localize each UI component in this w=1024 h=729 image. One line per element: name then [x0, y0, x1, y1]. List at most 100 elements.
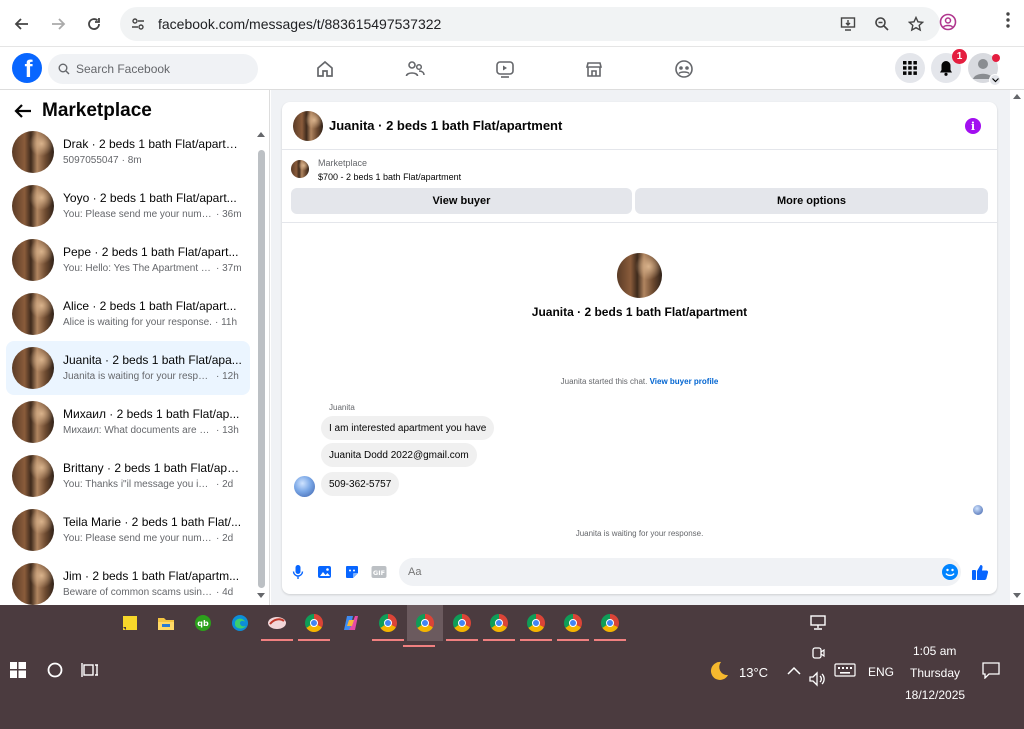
gif-icon[interactable]: GIF: [371, 564, 387, 580]
account-alert-dot: [992, 54, 1000, 62]
conversation-item[interactable]: Teila Marie · 2 beds 1 bath Flat/... You:…: [6, 503, 250, 557]
clock-day[interactable]: Thursday: [910, 666, 960, 680]
chevron-down-icon[interactable]: [989, 74, 1001, 86]
page-scroll-up-icon[interactable]: [1013, 94, 1021, 99]
listing-thumbnail[interactable]: [291, 160, 309, 178]
marketplace-icon[interactable]: [583, 58, 605, 80]
microphone-icon[interactable]: [290, 564, 306, 580]
notification-center-icon[interactable]: [982, 662, 1000, 684]
photo-icon[interactable]: [317, 564, 333, 580]
conversation-snippet: You: Thanks i"il message you in a ...: [63, 479, 213, 490]
search-box[interactable]: Search Facebook: [48, 54, 258, 84]
account-avatar[interactable]: [968, 53, 1001, 86]
started-text: Juanita started this chat.: [560, 377, 648, 386]
friends-icon[interactable]: [404, 58, 426, 80]
chat-title[interactable]: Juanita · 2 beds 1 bath Flat/apartment: [329, 118, 562, 133]
sticker-icon[interactable]: [344, 564, 360, 580]
video-icon[interactable]: [494, 58, 516, 80]
conversation-item[interactable]: Михаил · 2 beds 1 bath Flat/ap... Михаил:…: [6, 395, 250, 449]
edge-browser-icon[interactable]: [228, 611, 252, 635]
site-settings-icon[interactable]: [128, 14, 148, 34]
url-text[interactable]: facebook.com/messages/t/883615497537322: [158, 16, 441, 32]
conversation-item[interactable]: Juanita · 2 beds 1 bath Flat/apa... Juani…: [6, 341, 250, 395]
message-bubble[interactable]: I am interested apartment you have: [321, 416, 495, 440]
conversation-item[interactable]: Yoyo · 2 beds 1 bath Flat/apart... You: P…: [6, 179, 250, 233]
message-input[interactable]: [399, 558, 961, 586]
view-buyer-button[interactable]: View buyer: [291, 188, 632, 214]
back-icon[interactable]: [8, 10, 36, 38]
notifications-bell-icon[interactable]: 1: [931, 49, 967, 83]
chrome-icon[interactable]: [372, 611, 404, 641]
chrome-icon[interactable]: [557, 611, 589, 641]
conversation-name: Pepe · 2 beds 1 bath Flat/apart...: [63, 245, 239, 259]
home-icon[interactable]: [314, 58, 336, 80]
reload-icon[interactable]: [80, 10, 108, 38]
conversation-item[interactable]: Jim · 2 beds 1 bath Flat/apartm... Beware…: [6, 557, 250, 605]
copilot-icon[interactable]: [339, 611, 363, 635]
profile-name: Juanita · 2 beds 1 bath Flat/apartment: [531, 305, 748, 319]
conversation-item[interactable]: Alice · 2 beds 1 bath Flat/apart... Alice…: [6, 287, 250, 341]
windows-start-icon[interactable]: [10, 662, 26, 683]
chat-avatar[interactable]: [293, 110, 323, 141]
profile-avatar[interactable]: [617, 253, 662, 298]
conversation-snippet: Михаил: What documents are ne...: [63, 425, 213, 436]
page-scroll-down-icon[interactable]: [1013, 593, 1021, 598]
conversation-name: Brittany · 2 beds 1 bath Flat/apa...: [63, 461, 243, 475]
meet-now-icon[interactable]: [810, 645, 826, 666]
install-app-icon[interactable]: [838, 14, 858, 34]
chrome-icon[interactable]: [594, 611, 626, 641]
chrome-icon[interactable]: [520, 611, 552, 641]
page-scrollbar[interactable]: [1010, 90, 1024, 605]
menu-kebab-icon[interactable]: [1002, 10, 1014, 30]
search-circle-icon[interactable]: [46, 661, 64, 684]
scroll-down-arrow-icon[interactable]: [257, 593, 265, 598]
sticky-notes-icon[interactable]: [118, 611, 142, 635]
info-icon[interactable]: i: [965, 118, 981, 134]
conversation-text: Brittany · 2 beds 1 bath Flat/apa... You:…: [63, 460, 243, 492]
clock-date[interactable]: 18/12/2025: [905, 688, 965, 702]
chrome-icon[interactable]: [483, 611, 515, 641]
chrome-icon[interactable]: [446, 611, 478, 641]
groups-icon[interactable]: [673, 58, 695, 80]
listing-price[interactable]: $700 - 2 beds 1 bath Flat/apartment: [318, 172, 461, 182]
conversation-item[interactable]: Drak · 2 beds 1 bath Flat/apartment 50970…: [6, 125, 250, 179]
address-bar[interactable]: facebook.com/messages/t/883615497537322: [120, 7, 940, 41]
chrome-icon[interactable]: [298, 611, 330, 641]
message-bubble[interactable]: Juanita Dodd 2022@gmail.com: [321, 443, 477, 467]
language-indicator[interactable]: ENG: [868, 665, 894, 679]
conversation-item[interactable]: Pepe · 2 beds 1 bath Flat/apart... You: H…: [6, 233, 250, 287]
seen-indicator-avatar: [973, 505, 983, 515]
app-feather-icon[interactable]: [261, 611, 293, 641]
quickbooks-icon[interactable]: qb: [191, 611, 215, 635]
more-options-button[interactable]: More options: [635, 188, 988, 214]
conversation-item[interactable]: Brittany · 2 beds 1 bath Flat/apa... You:…: [6, 449, 250, 503]
message-bubble[interactable]: 509-362-5757: [321, 472, 400, 496]
back-arrow-icon[interactable]: [14, 103, 32, 119]
tray-chevron-up-icon[interactable]: [787, 663, 801, 681]
scroll-up-arrow-icon[interactable]: [257, 132, 265, 137]
bookmark-star-icon[interactable]: [906, 14, 926, 34]
forward-icon[interactable]: [44, 10, 72, 38]
emoji-icon[interactable]: [942, 564, 958, 580]
facebook-logo[interactable]: f: [12, 53, 42, 83]
volume-icon[interactable]: [808, 671, 826, 692]
menu-grid-icon[interactable]: [895, 53, 925, 83]
scrollbar-thumb[interactable]: [258, 150, 265, 588]
sender-avatar[interactable]: [294, 476, 315, 497]
search-icon: [58, 63, 70, 75]
weather-moon-icon[interactable]: [706, 659, 730, 688]
clock-time[interactable]: 1:05 am: [913, 644, 956, 658]
weather-temperature[interactable]: 13°C: [739, 665, 768, 680]
like-thumb-icon[interactable]: [971, 563, 989, 586]
notification-badge: 1: [952, 49, 967, 64]
zoom-icon[interactable]: [872, 14, 892, 34]
sidebar-scrollbar[interactable]: [256, 130, 266, 600]
taskbar-apps-row: qb: [0, 605, 1024, 647]
chrome-icon[interactable]: [403, 605, 443, 647]
keyboard-icon[interactable]: [834, 663, 856, 682]
profile-icon[interactable]: [938, 12, 958, 32]
network-icon[interactable]: [806, 611, 830, 635]
view-buyer-profile-link[interactable]: View buyer profile: [650, 377, 719, 386]
file-explorer-icon[interactable]: [154, 611, 178, 635]
task-view-icon[interactable]: [81, 661, 99, 684]
